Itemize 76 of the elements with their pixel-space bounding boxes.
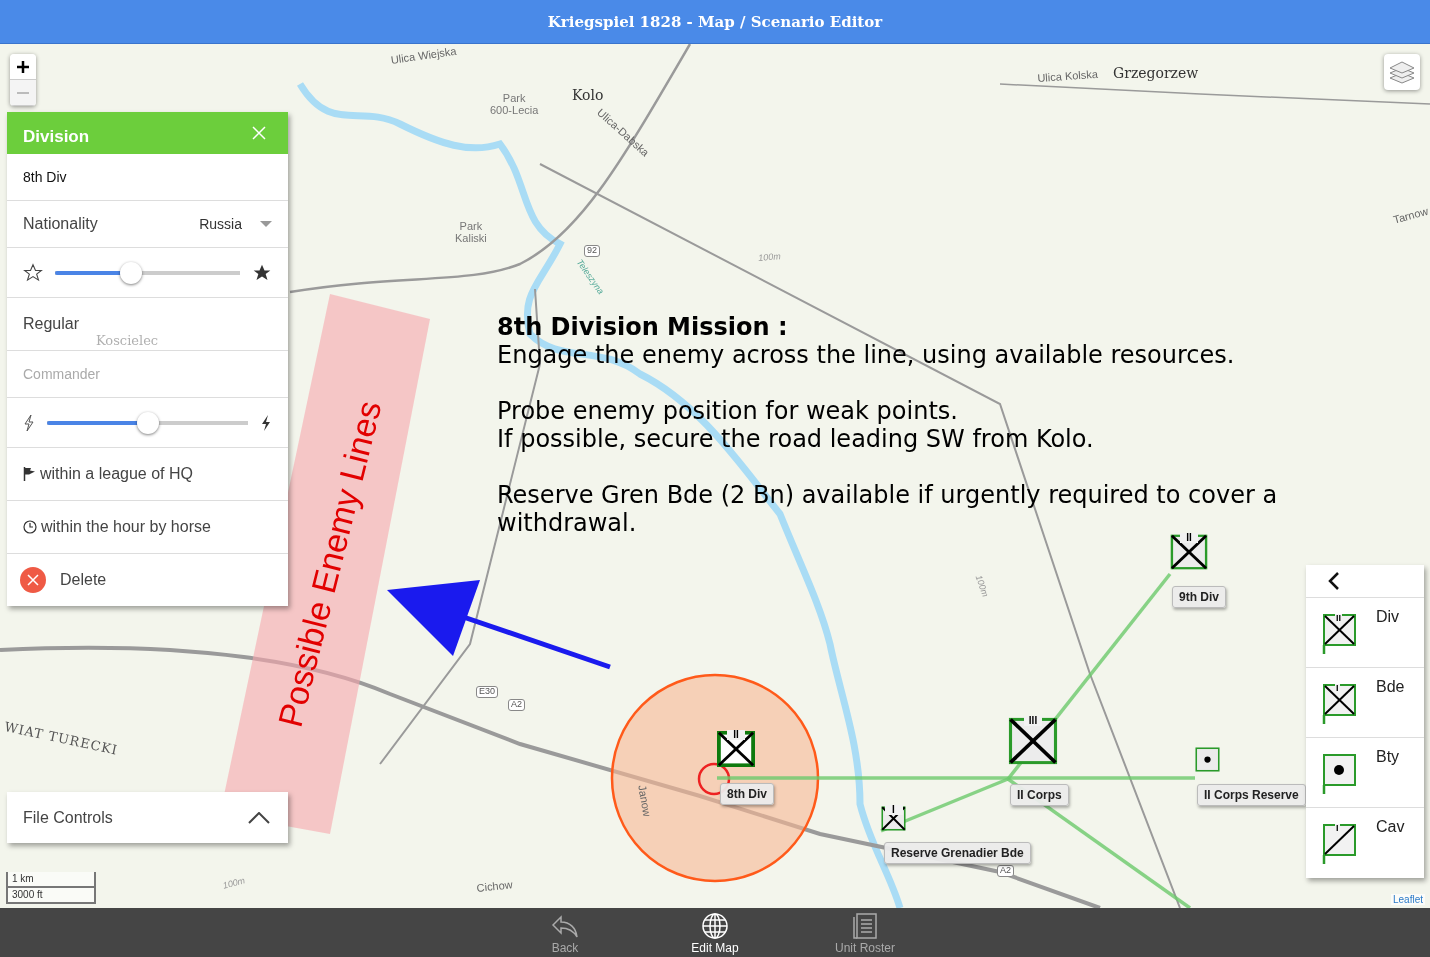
- order-text[interactable]: within the hour by horse: [41, 518, 211, 536]
- caret-icon: [260, 221, 272, 227]
- nav-tab[interactable]: Unit Roster: [790, 908, 940, 957]
- nav-tab[interactable]: Back: [490, 908, 640, 957]
- unit-label[interactable]: II Corps Reserve: [1197, 784, 1306, 806]
- flag-icon: [23, 467, 36, 481]
- panel-title: Division: [23, 127, 90, 147]
- map-label: Park Kaliski: [455, 220, 487, 245]
- document-icon: [853, 913, 877, 939]
- unit-label[interactable]: 8th Div: [720, 783, 774, 805]
- window-title: Kriegspiel 1828 - Map / Scenario Editor: [547, 12, 883, 31]
- nationality-select[interactable]: Russia: [199, 216, 272, 232]
- map-label: Ulica Wiejska: [390, 44, 458, 66]
- unit-label[interactable]: Reserve Grenadier Bde: [884, 842, 1031, 864]
- place-label: Grzegorzew: [1113, 66, 1199, 82]
- slider-thumb[interactable]: [136, 411, 159, 434]
- plus-icon: [17, 60, 29, 73]
- order-text[interactable]: within a league of HQ: [40, 465, 193, 483]
- unit-marker-icon[interactable]: [1008, 717, 1058, 765]
- place-label: Kolo: [572, 88, 604, 104]
- scale-bar: 1 km 3000 ft: [6, 872, 96, 904]
- unit-marker-icon[interactable]: [1170, 534, 1208, 570]
- nationality-label: Nationality: [23, 215, 98, 233]
- mission-text: Engage the enemy across the line, using available resources.: [497, 341, 1236, 369]
- layers-icon: [1389, 59, 1415, 85]
- bolt-icon: [260, 413, 272, 432]
- palette-item[interactable]: Bty: [1306, 738, 1424, 808]
- echelon-mark: I: [1335, 824, 1340, 833]
- road-number: A2: [508, 699, 525, 711]
- map-label: Ulica Kolska: [1037, 67, 1099, 85]
- map-label: Cichow: [476, 878, 514, 895]
- globe-icon: [702, 913, 728, 939]
- unit-name-field[interactable]: 8th Div: [23, 169, 67, 185]
- zoom-in-button[interactable]: [10, 54, 36, 80]
- road-number: 92: [584, 245, 600, 257]
- mission-text: Probe enemy position for weak points. If possible, secure the road leading SW from Kolo.: [497, 397, 1095, 453]
- palette-item[interactable]: II Div: [1306, 598, 1424, 668]
- map-label: 100m: [758, 252, 782, 264]
- map-label: 100m: [972, 574, 990, 599]
- echelon-mark: III: [1024, 716, 1042, 726]
- quality-label: Regular: [23, 315, 80, 333]
- road-number: A2: [997, 865, 1014, 877]
- mission-title: 8th Division Mission :: [497, 313, 789, 341]
- echelon-mark: II: [727, 730, 745, 740]
- palette-item[interactable]: I Bde: [1306, 668, 1424, 738]
- file-controls-button[interactable]: File Controls: [7, 792, 288, 843]
- unit-marker-icon[interactable]: [717, 731, 755, 767]
- map-label: Koscielec: [96, 334, 159, 349]
- chevron-up-icon: [248, 811, 270, 824]
- unit-symbol-icon: [1322, 614, 1356, 654]
- echelon-mark: II: [1335, 614, 1342, 623]
- back-chevron-icon[interactable]: [1328, 572, 1340, 590]
- palette-item[interactable]: I Cav: [1306, 808, 1424, 878]
- map-label: 100m: [222, 876, 247, 892]
- map-label: Janow: [636, 784, 654, 818]
- road-number: E30: [476, 686, 498, 698]
- clock-icon: [23, 520, 37, 534]
- unit-symbol-icon: [1322, 824, 1356, 864]
- unit-symbol-icon: [1322, 684, 1356, 724]
- unit-label[interactable]: 9th Div: [1172, 586, 1226, 608]
- nav-tab[interactable]: Edit Map: [640, 908, 790, 957]
- delete-icon: [20, 567, 46, 593]
- bolt-outline-icon: [23, 413, 35, 432]
- map-label: Tarnow: [1392, 204, 1430, 226]
- echelon-mark: I: [1335, 684, 1340, 693]
- echelon-mark: I: [884, 805, 903, 815]
- reply-arrow-icon: [551, 915, 579, 939]
- echelon-mark: II: [1180, 533, 1198, 543]
- slider-thumb[interactable]: [119, 261, 142, 284]
- attribution-link[interactable]: Leaflet: [1390, 894, 1425, 905]
- star-outline-icon: [23, 262, 43, 283]
- map-label: Park 600-Lecia: [490, 92, 539, 117]
- unit-symbol-icon: [1322, 754, 1356, 794]
- layers-button[interactable]: [1384, 54, 1420, 90]
- unit-marker-icon[interactable]: [1195, 747, 1220, 772]
- unit-label[interactable]: II Corps: [1010, 784, 1069, 806]
